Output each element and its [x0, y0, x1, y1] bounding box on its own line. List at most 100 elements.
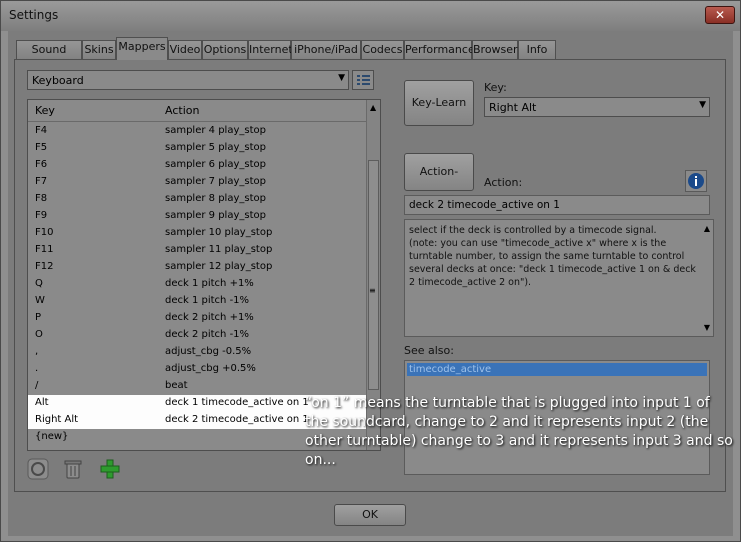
row-key: O [35, 329, 43, 340]
list-header: Key Action [28, 100, 368, 122]
table-row[interactable]: Qdeck 1 pitch +1% [28, 276, 368, 293]
column-header-action[interactable]: Action [165, 104, 199, 117]
table-row[interactable]: F8 sampler 8 play_stop [28, 191, 368, 208]
annotation-note: “on 1” means the turntable that is plugg… [305, 395, 733, 468]
revert-button[interactable] [27, 458, 49, 480]
plus-icon [100, 459, 120, 479]
key-select-value: Right Alt [489, 101, 537, 114]
row-key: F5 [35, 142, 48, 153]
action-input-value: deck 2 timecode_active on 1 [409, 199, 560, 211]
row-action: sampler 4 play_stop [165, 125, 266, 136]
row-key: F11 [35, 244, 54, 255]
row-key: / [35, 380, 39, 391]
tab-sound-setup[interactable]: Sound Setup [16, 40, 82, 73]
row-key: Q [35, 278, 43, 289]
row-key: F6 [35, 159, 48, 170]
table-row[interactable]: F10 sampler 10 play_stop [28, 225, 368, 242]
table-row[interactable]: F12 sampler 12 play_stop [28, 259, 368, 276]
trash-icon [64, 460, 82, 479]
title-bar[interactable]: Settings ✕ [1, 1, 740, 31]
row-key: {new} [35, 431, 69, 442]
row-key: Alt [35, 397, 49, 408]
table-row[interactable]: F4 sampler 4 play_stop [28, 123, 368, 140]
grip-icon: ≡ [369, 286, 376, 295]
row-action: deck 1 pitch +1% [165, 278, 254, 289]
key-select[interactable]: Right Alt ▼ [484, 97, 710, 117]
add-button[interactable] [99, 458, 121, 480]
window-title: Settings [9, 8, 59, 22]
table-row[interactable]: F9 sampler 9 play_stop [28, 208, 368, 225]
close-icon: ✕ [714, 8, 726, 22]
row-action: deck 1 timecode_active on 1 [165, 397, 309, 408]
action-label: Action: [484, 176, 523, 189]
table-row[interactable]: F11 sampler 11 play_stop [28, 242, 368, 259]
row-key: F10 [35, 227, 54, 238]
mapper-select[interactable]: Keyboard ▼ [27, 70, 349, 90]
table-row[interactable]: F7 sampler 7 play_stop [28, 174, 368, 191]
row-action: sampler 8 play_stop [165, 193, 266, 204]
row-action: sampler 5 play_stop [165, 142, 266, 153]
list-view-button[interactable] [352, 70, 374, 90]
tab-skins[interactable]: Skins [82, 40, 116, 59]
column-header-key[interactable]: Key [35, 104, 55, 117]
info-icon[interactable] [685, 170, 707, 192]
see-also-item[interactable]: timecode_active [407, 363, 707, 376]
tab-codecs[interactable]: Codecs [361, 40, 404, 59]
chevron-down-icon: ▼ [338, 73, 345, 83]
action-learn-button[interactable]: Action-Learn [404, 153, 474, 214]
action-input[interactable]: deck 2 timecode_active on 1 [404, 195, 710, 215]
row-action: deck 2 pitch -1% [165, 329, 250, 340]
table-row[interactable]: F5 sampler 5 play_stop [28, 140, 368, 157]
table-row[interactable]: Pdeck 2 pitch +1% [28, 310, 368, 327]
row-action: sampler 12 play_stop [165, 261, 273, 272]
scroll-down-icon[interactable]: ▼ [704, 323, 710, 332]
table-row[interactable]: . adjust_cbg +0.5% [28, 361, 368, 378]
row-key: F4 [35, 125, 48, 136]
row-action: deck 2 timecode_active on 1 [165, 414, 309, 425]
tab-info[interactable]: Info [518, 40, 556, 59]
key-learn-button[interactable]: Key-Learn [404, 80, 474, 126]
tab-options[interactable]: Options [202, 40, 248, 59]
row-action: beat [165, 380, 188, 391]
row-key: F7 [35, 176, 48, 187]
row-action: deck 1 pitch -1% [165, 295, 250, 306]
table-row[interactable]: Wdeck 1 pitch -1% [28, 293, 368, 310]
table-row[interactable]: / beat [28, 378, 368, 395]
description-text: select if the deck is controlled by a ti… [409, 225, 696, 288]
row-key: P [35, 312, 42, 323]
row-action: deck 2 pitch +1% [165, 312, 254, 323]
delete-button[interactable] [62, 458, 84, 480]
row-action: sampler 10 play_stop [165, 227, 273, 238]
row-action: sampler 6 play_stop [165, 159, 266, 170]
row-action: adjust_cbg +0.5% [165, 363, 256, 374]
settings-window: Settings ✕ Sound SetupSkinsMappersVideoO… [0, 0, 741, 542]
table-row[interactable]: Odeck 2 pitch -1% [28, 327, 368, 344]
row-key: F12 [35, 261, 54, 272]
scroll-up-icon[interactable]: ▲ [370, 103, 376, 112]
see-also-label: See also: [404, 344, 454, 357]
tab-browser[interactable]: Browser [472, 40, 518, 59]
scrollbar-thumb[interactable] [368, 160, 379, 390]
row-key: F9 [35, 210, 48, 221]
tab-performances[interactable]: Performances [404, 40, 480, 59]
tab-iphone-ipad[interactable]: iPhone/iPad [291, 40, 361, 59]
tab-internet[interactable]: Internet [248, 40, 293, 59]
scroll-up-icon[interactable]: ▲ [704, 224, 710, 233]
tab-mappers[interactable]: Mappers [116, 37, 168, 60]
row-key: , [35, 346, 39, 357]
tab-video[interactable]: Video [168, 40, 202, 59]
ok-button[interactable]: OK [334, 504, 406, 526]
row-action: adjust_cbg -0.5% [165, 346, 252, 357]
row-action: sampler 11 play_stop [165, 244, 273, 255]
key-label: Key: [484, 81, 507, 94]
action-description: select if the deck is controlled by a ti… [404, 219, 714, 337]
mapper-select-value: Keyboard [32, 74, 84, 87]
chevron-down-icon: ▼ [699, 100, 706, 110]
table-row[interactable]: F6 sampler 6 play_stop [28, 157, 368, 174]
close-button[interactable]: ✕ [705, 6, 735, 24]
row-key: Right Alt [35, 414, 79, 425]
row-action: sampler 9 play_stop [165, 210, 266, 221]
refresh-icon [27, 458, 49, 480]
row-key: W [35, 295, 45, 306]
table-row[interactable]: , adjust_cbg -0.5% [28, 344, 368, 361]
